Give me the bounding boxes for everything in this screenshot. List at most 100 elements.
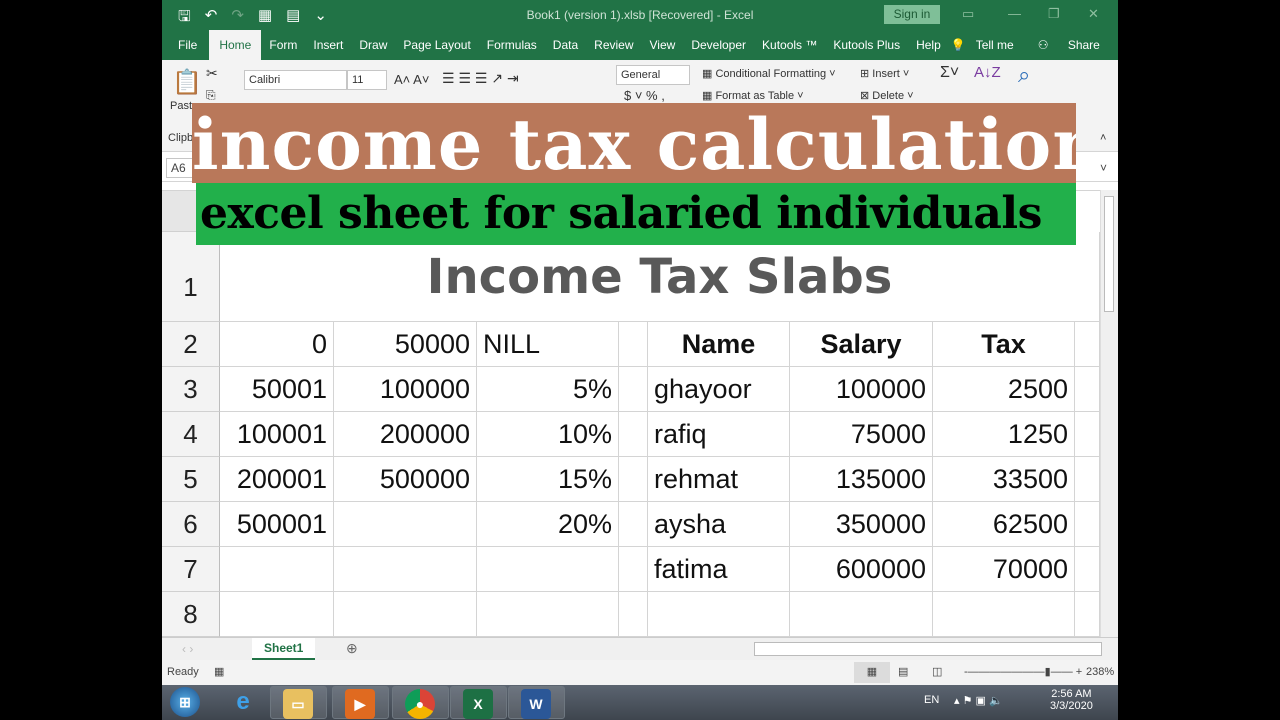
cell[interactable] bbox=[1075, 502, 1100, 547]
cell[interactable] bbox=[477, 547, 619, 592]
cell[interactable] bbox=[1075, 457, 1100, 502]
person-cell[interactable]: 2500 bbox=[933, 367, 1075, 412]
slab-cell[interactable]: 20% bbox=[477, 502, 619, 547]
cell[interactable] bbox=[619, 592, 648, 637]
page-layout-view-icon[interactable]: ▤ bbox=[898, 665, 908, 678]
person-cell[interactable]: 1250 bbox=[933, 412, 1075, 457]
cell[interactable] bbox=[334, 547, 477, 592]
language-indicator[interactable]: EN bbox=[924, 694, 939, 706]
person-cell[interactable]: rehmat bbox=[648, 457, 790, 502]
sign-in-button[interactable]: Sign in bbox=[884, 5, 940, 24]
slab-cell[interactable]: 15% bbox=[477, 457, 619, 502]
tell-me-input[interactable]: Tell me bbox=[968, 30, 1022, 60]
add-sheet-icon[interactable]: ⊕ bbox=[346, 640, 358, 657]
cell[interactable] bbox=[1075, 412, 1100, 457]
tab-view[interactable]: View bbox=[642, 30, 684, 60]
tab-kutools[interactable]: Kutools ™ bbox=[754, 30, 825, 60]
person-cell[interactable]: 350000 bbox=[790, 502, 933, 547]
taskbar-word[interactable]: W bbox=[508, 686, 565, 719]
spreadsheet-grid[interactable]: 1 2 3 4 5 6 7 8 Income Tax Slabs 0 50000 NILL Name Sa… bbox=[162, 190, 1100, 637]
person-cell[interactable]: 33500 bbox=[933, 457, 1075, 502]
slab-cell[interactable]: 200000 bbox=[334, 412, 477, 457]
tab-page-layout[interactable]: Page Layout bbox=[395, 30, 478, 60]
number-format-select[interactable]: General bbox=[616, 65, 690, 85]
find-icon[interactable]: ⌕ bbox=[1018, 62, 1030, 88]
cell[interactable] bbox=[648, 592, 790, 637]
person-cell[interactable]: 135000 bbox=[790, 457, 933, 502]
tab-file[interactable]: File bbox=[162, 30, 205, 60]
font-name-select[interactable]: Calibri bbox=[244, 70, 347, 90]
cell[interactable] bbox=[619, 502, 648, 547]
collapse-ribbon-icon[interactable]: ˄ bbox=[1100, 132, 1106, 144]
table-header[interactable]: Tax bbox=[933, 322, 1075, 367]
row-header[interactable]: 7 bbox=[162, 547, 220, 592]
person-cell[interactable]: 600000 bbox=[790, 547, 933, 592]
cell[interactable] bbox=[619, 367, 648, 412]
row-header[interactable]: 3 bbox=[162, 367, 220, 412]
slab-cell[interactable]: 500001 bbox=[220, 502, 334, 547]
tab-draw[interactable]: Draw bbox=[351, 30, 395, 60]
sheet-nav-arrows[interactable]: ‹ › bbox=[182, 642, 193, 656]
slab-cell[interactable]: 5% bbox=[477, 367, 619, 412]
normal-view-icon[interactable]: ▦ bbox=[854, 662, 890, 683]
row-header[interactable]: 5 bbox=[162, 457, 220, 502]
taskbar-explorer[interactable]: ▭ bbox=[270, 686, 327, 719]
taskbar-excel[interactable]: X bbox=[450, 686, 507, 719]
tab-help[interactable]: Help bbox=[908, 30, 949, 60]
cell[interactable] bbox=[790, 592, 933, 637]
expand-formula-icon[interactable]: ˅ bbox=[1100, 161, 1107, 175]
tab-home[interactable]: Home bbox=[209, 30, 262, 60]
person-cell[interactable]: 75000 bbox=[790, 412, 933, 457]
cell[interactable] bbox=[477, 592, 619, 637]
slab-cell[interactable]: 500000 bbox=[334, 457, 477, 502]
format-as-table-button[interactable]: ▦ Format as Table ˅ bbox=[702, 89, 804, 102]
autosum-icon[interactable]: Σ˅ bbox=[940, 64, 959, 82]
row-header[interactable]: 8 bbox=[162, 592, 220, 637]
align-icons[interactable]: ☰ ☰ ☰ ↗ ⇥ bbox=[442, 70, 519, 87]
person-cell[interactable]: 70000 bbox=[933, 547, 1075, 592]
cell[interactable] bbox=[1075, 322, 1100, 367]
slab-cell[interactable]: 0 bbox=[220, 322, 334, 367]
cell[interactable] bbox=[220, 592, 334, 637]
slab-cell[interactable]: 100000 bbox=[334, 367, 477, 412]
zoom-slider[interactable]: -———————▮—— + bbox=[964, 665, 1082, 678]
font-size-select[interactable]: 11 bbox=[347, 70, 387, 90]
horizontal-scrollbar[interactable] bbox=[754, 642, 1102, 656]
slab-cell[interactable]: 100001 bbox=[220, 412, 334, 457]
close-icon[interactable]: ✕ bbox=[1088, 6, 1099, 22]
taskbar-chrome[interactable]: ● bbox=[392, 686, 449, 719]
cut-icon[interactable]: ✂ bbox=[206, 65, 218, 82]
tab-kutools-plus[interactable]: Kutools Plus bbox=[825, 30, 908, 60]
person-cell[interactable]: rafiq bbox=[648, 412, 790, 457]
person-cell[interactable]: fatima bbox=[648, 547, 790, 592]
sort-filter-icon[interactable]: A↓Z bbox=[974, 64, 1001, 81]
tab-data[interactable]: Data bbox=[545, 30, 586, 60]
taskbar-media-player[interactable]: ▶ bbox=[332, 686, 389, 719]
sheet-title-cell[interactable]: Income Tax Slabs bbox=[220, 232, 1100, 322]
zoom-level[interactable]: 238% bbox=[1086, 666, 1114, 678]
table-header[interactable]: Name bbox=[648, 322, 790, 367]
slab-cell[interactable]: 50000 bbox=[334, 322, 477, 367]
cell[interactable] bbox=[619, 547, 648, 592]
currency-percent-icons[interactable]: $ ˅ % , bbox=[624, 88, 665, 103]
sheet-tab-sheet1[interactable]: Sheet1 bbox=[252, 638, 316, 660]
row-header[interactable]: 2 bbox=[162, 322, 220, 367]
person-cell[interactable]: 62500 bbox=[933, 502, 1075, 547]
cell[interactable] bbox=[334, 592, 477, 637]
tab-form[interactable]: Form bbox=[261, 30, 305, 60]
slab-cell[interactable] bbox=[334, 502, 477, 547]
person-cell[interactable]: aysha bbox=[648, 502, 790, 547]
cell[interactable] bbox=[1075, 367, 1100, 412]
paste-icon[interactable]: 📋 bbox=[172, 68, 202, 97]
internet-explorer-icon[interactable]: e bbox=[228, 687, 258, 717]
restore-icon[interactable]: ❐ bbox=[1048, 6, 1060, 22]
tray-icons[interactable]: ▴ ⚑ ▣ 🔈 bbox=[954, 694, 1003, 707]
minimize-icon[interactable]: — bbox=[1008, 6, 1021, 21]
delete-cells-button[interactable]: ⊠ Delete ˅ bbox=[860, 89, 914, 102]
person-cell[interactable]: ghayoor bbox=[648, 367, 790, 412]
cell[interactable] bbox=[619, 457, 648, 502]
clock[interactable]: 2:56 AM 3/3/2020 bbox=[1050, 688, 1093, 712]
tab-developer[interactable]: Developer bbox=[683, 30, 754, 60]
slab-cell[interactable]: 50001 bbox=[220, 367, 334, 412]
slab-cell[interactable]: NILL bbox=[477, 322, 619, 367]
